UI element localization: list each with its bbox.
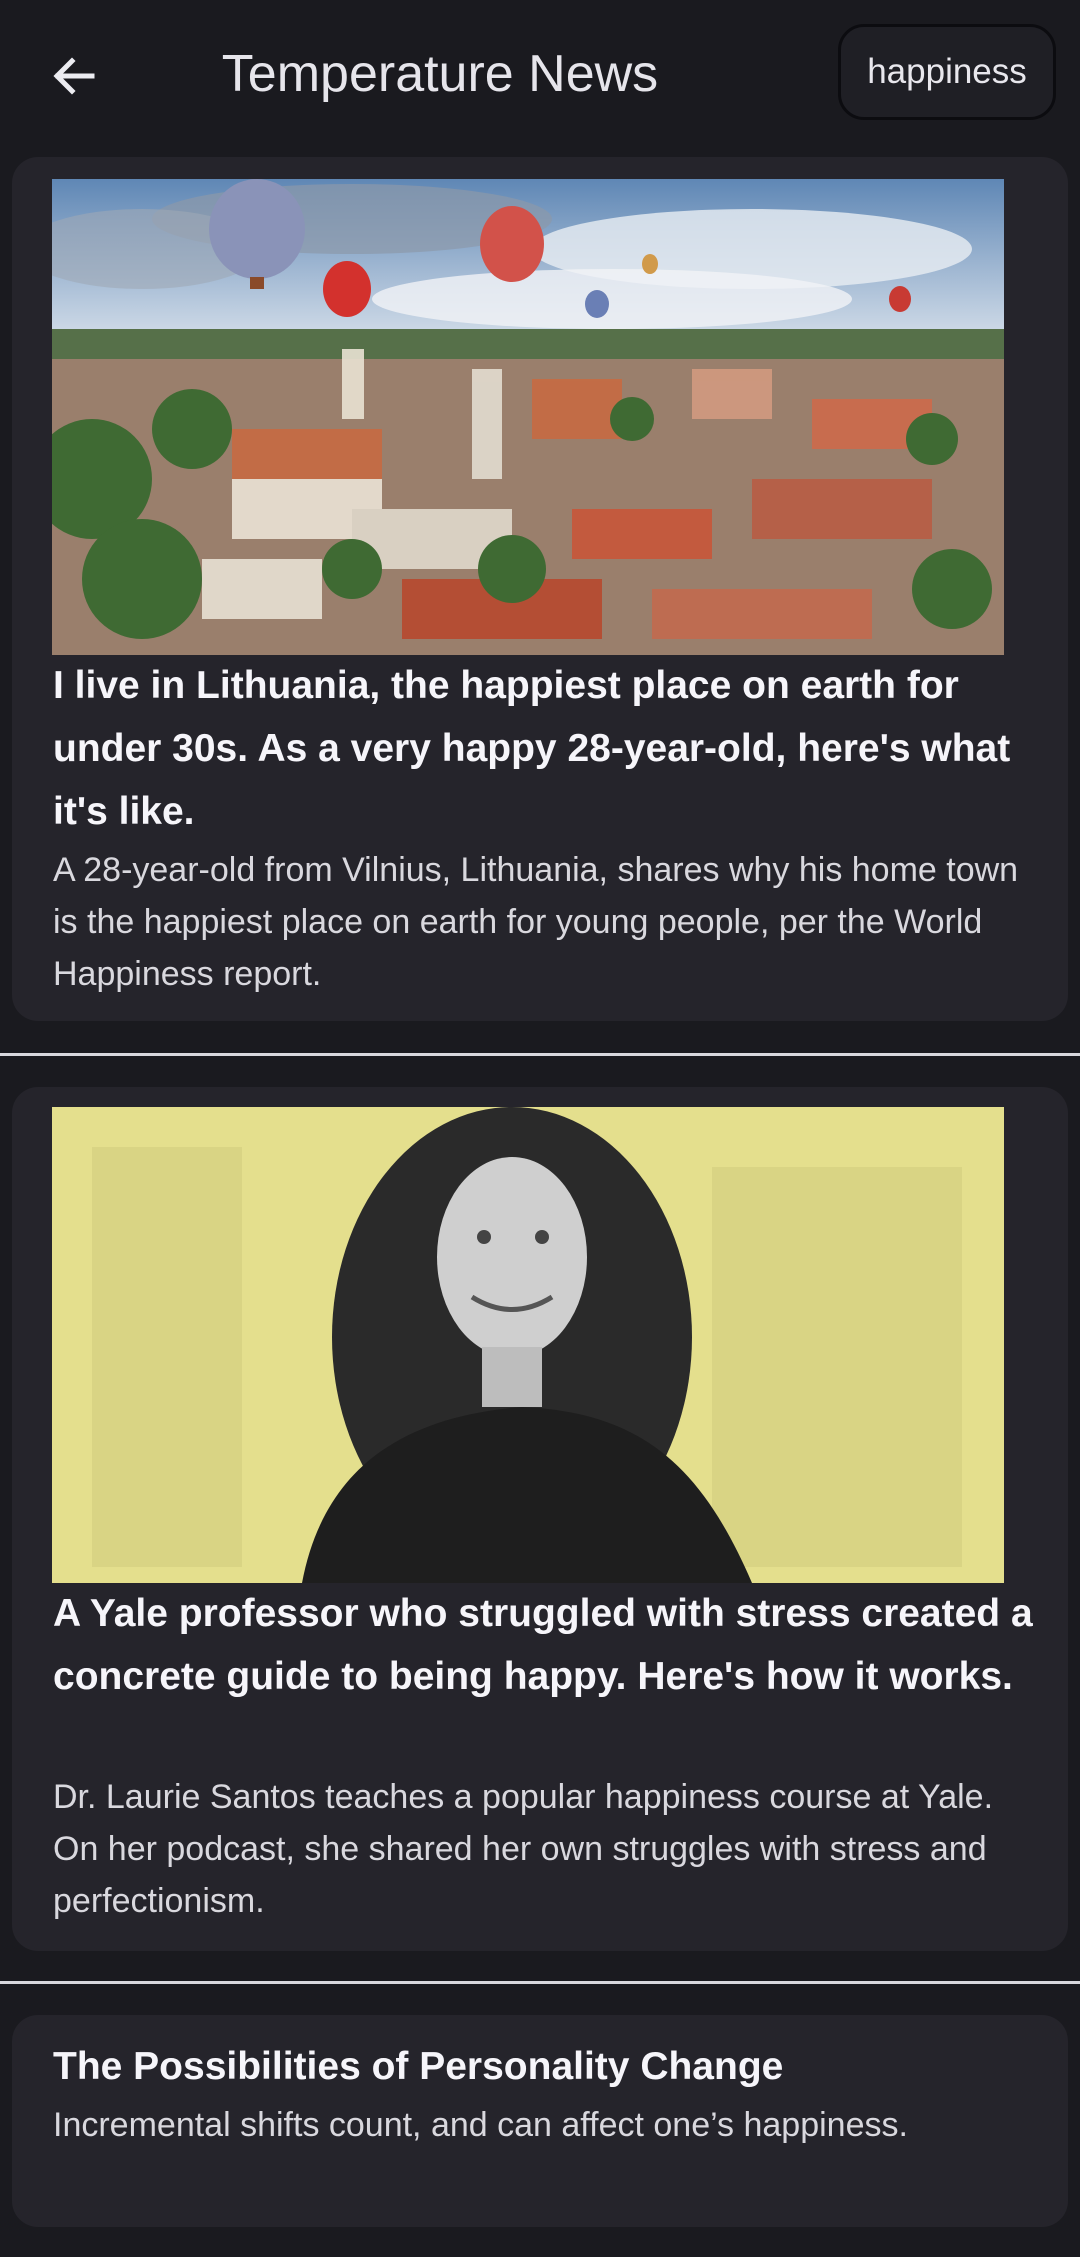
article-title: I live in Lithuania, the happiest place … xyxy=(53,664,1011,833)
article-title: The Possibilities of Personality Change xyxy=(53,2045,784,2088)
article-image xyxy=(52,1107,1004,1583)
hot-air-balloons-over-city-photo xyxy=(52,179,1004,655)
article-card[interactable]: A Yale professor who struggled with stre… xyxy=(12,1087,1068,1951)
article-description: Incremental shifts count, and can affect… xyxy=(53,2106,908,2144)
divider xyxy=(0,1981,1080,1984)
article-description: Dr. Laurie Santos teaches a popular happ… xyxy=(53,1778,994,1920)
arrow-left-icon xyxy=(53,57,95,95)
article-card[interactable]: I live in Lithuania, the happiest place … xyxy=(12,157,1068,1021)
divider xyxy=(0,1053,1080,1056)
search-query-chip[interactable]: happiness xyxy=(838,24,1056,120)
article-card[interactable]: The Possibilities of Personality Change … xyxy=(12,2015,1068,2227)
woman-portrait-yellow-background-photo xyxy=(52,1107,1004,1583)
page-title: Temperature News xyxy=(221,45,659,103)
article-description: A 28-year-old from Vilnius, Lithuania, s… xyxy=(53,851,1019,993)
article-title: A Yale professor who struggled with stre… xyxy=(53,1592,1033,1698)
article-image xyxy=(52,179,1004,655)
app-bar: Temperature News happiness xyxy=(0,0,1080,148)
back-button[interactable] xyxy=(36,38,112,114)
